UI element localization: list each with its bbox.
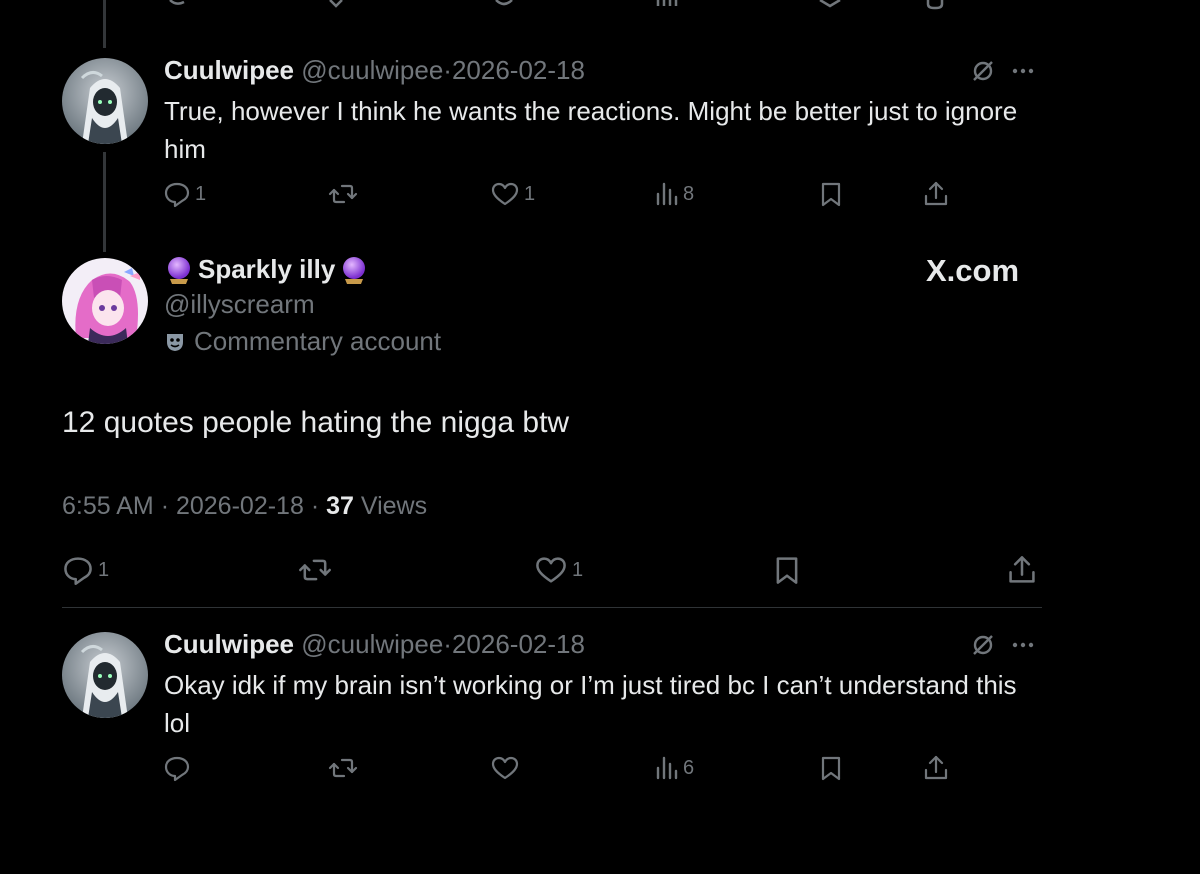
views-button[interactable]: 8 [655,180,694,208]
handle[interactable]: @cuulwipee [301,55,443,85]
separator: · [310,492,320,520]
separator: · [160,492,170,520]
main-name-row: Sparkly illy [164,254,369,285]
reply-action-row: 6 [0,754,1200,788]
reply-text: Okay idk if my brain isn’t working or I’… [164,670,1017,738]
x-com-watermark: X.com [926,253,1020,288]
analytics-icon [656,756,678,780]
like-count: 1 [524,182,536,205]
repost-icon [328,184,358,204]
avatar-sparkly-illy[interactable] [62,258,148,344]
views-label: Views [360,492,428,520]
reply-action-row: 1 1 8 [0,180,1200,214]
like-button[interactable]: 1 [534,554,583,586]
more-options-icon[interactable] [1010,58,1036,84]
reply-icon [64,557,92,585]
cutoff-icons [169,0,944,10]
post-meta: 6:55 AM · 2026-02-18 · 37 Views [62,492,427,521]
post-date[interactable]: 2026-02-18 [176,492,304,520]
bookmark-button[interactable] [772,554,802,586]
heart-icon [491,756,519,780]
post-time[interactable]: 6:55 AM [62,492,154,520]
bookmark-icon [821,182,841,207]
bookmark-icon [821,756,841,781]
repost-icon [299,559,331,581]
share-icon [1009,556,1035,583]
theater-masks-icon [167,333,183,351]
separator: · [443,55,452,85]
handle[interactable]: @cuulwipee [301,629,443,659]
reply-header: Cuulwipee @cuulwipee·2026-02-18 [164,628,585,660]
reply-button[interactable]: 1 [62,554,109,586]
grok-icon[interactable] [970,632,996,658]
avatar-image [62,58,148,144]
share-icon [924,181,948,206]
heart-icon [536,557,566,583]
repost-button[interactable] [328,180,362,208]
views-count: 8 [683,182,695,205]
views-button[interactable]: 6 [655,754,694,782]
reply-header: Cuulwipee @cuulwipee·2026-02-18 [164,54,585,86]
affiliation-text: Commentary account [194,326,442,356]
share-icon [924,755,948,780]
post-date[interactable]: 2026-02-18 [452,629,585,659]
avatar-cuulwipee[interactable] [62,58,148,144]
reply-top-actions [970,58,1036,84]
separator: · [443,629,452,659]
heart-icon [491,182,519,206]
reply-icon [164,182,190,208]
reply-count: 1 [195,182,207,205]
display-name[interactable]: Cuulwipee [164,629,294,659]
avatar-image [62,258,148,344]
reply-icon [164,756,190,782]
display-name[interactable]: Cuulwipee [164,55,294,85]
affiliation-label[interactable]: Commentary account [164,326,441,357]
divider [62,607,1042,608]
reply-button[interactable]: 1 [163,180,206,208]
like-button[interactable] [490,754,524,782]
reply-top-actions [970,632,1036,658]
views-count: 6 [683,756,695,779]
x-thread-view: Cuulwipee @cuulwipee·2026-02-18 True, ho… [0,0,1200,874]
main-post-text: 12 quotes people hating the nigga btw [62,406,570,439]
analytics-icon [656,182,678,206]
reply-text: True, however I think he wants the react… [164,96,1018,164]
more-options-icon[interactable] [1010,632,1036,658]
post-date[interactable]: 2026-02-18 [452,55,585,85]
repost-button[interactable] [298,554,332,586]
share-button[interactable] [922,754,950,782]
like-button[interactable]: 1 [490,180,535,208]
share-button[interactable] [922,180,950,208]
repost-icon [328,758,358,778]
reply-count: 1 [98,558,110,581]
repost-button[interactable] [328,754,362,782]
handle[interactable]: @illyscrearm [164,289,315,320]
main-action-row: 1 1 [0,554,1200,588]
bookmark-button[interactable] [818,754,844,782]
views-count: 37 [326,492,354,520]
share-button[interactable] [1006,554,1038,586]
display-name[interactable]: Sparkly illy [198,254,335,285]
avatar-image [62,632,148,718]
bookmark-button[interactable] [818,180,844,208]
crystal-ball-icon [168,256,190,284]
crystal-ball-icon [343,256,366,284]
reply-button[interactable] [163,754,195,782]
thread-line-top [103,0,106,48]
avatar-cuulwipee[interactable] [62,632,148,718]
like-count: 1 [572,558,584,581]
bookmark-icon [776,557,798,584]
grok-icon[interactable] [970,58,996,84]
